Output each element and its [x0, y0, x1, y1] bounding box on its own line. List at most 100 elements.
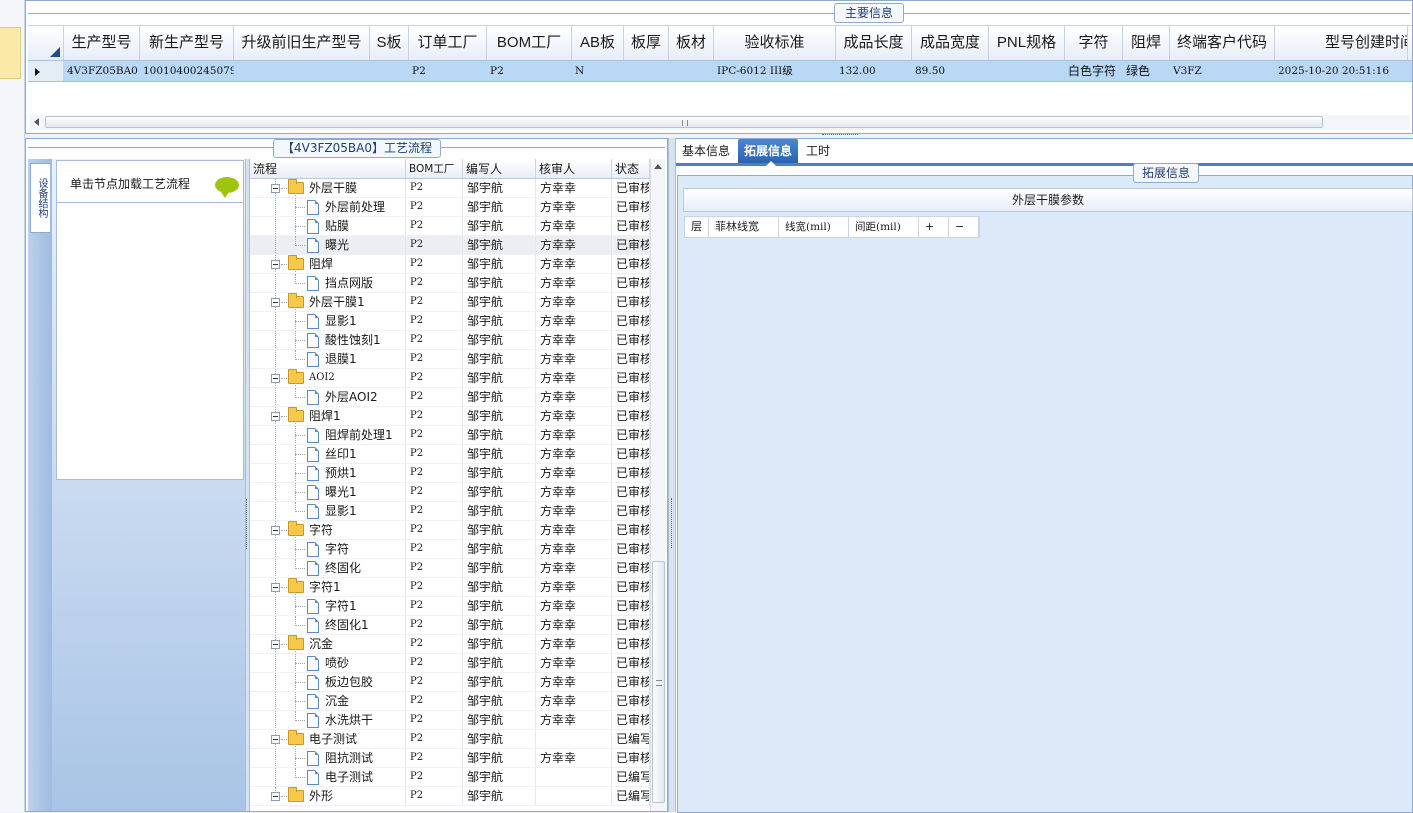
col-header-spacing-mil[interactable]: 间距(mil) [849, 217, 919, 237]
cell-s-board[interactable] [370, 61, 409, 81]
cell-solder-mask[interactable]: 绿色 [1123, 61, 1170, 81]
cell-bom-factory[interactable]: P2 [406, 369, 463, 387]
cell-bom-factory[interactable]: P2 [406, 407, 463, 425]
vertical-scroll-thumb[interactable] [652, 561, 665, 803]
cell-writer[interactable]: 邹宇航 [463, 749, 536, 767]
table-row[interactable]: 退膜1 P2 邹宇航 方幸幸 已审核 [250, 350, 650, 369]
col-header-character[interactable]: 字符 [1065, 26, 1123, 60]
cell-bom-factory[interactable]: P2 [406, 616, 463, 634]
cell-bom-factory[interactable]: P2 [406, 711, 463, 729]
cell-writer[interactable]: 邹宇航 [463, 369, 536, 387]
scroll-left-arrow-icon[interactable] [34, 118, 39, 126]
add-row-button[interactable]: + [919, 217, 949, 237]
cell-reviewer[interactable]: 方幸幸 [536, 331, 612, 349]
cell-status[interactable]: 已审核 [612, 692, 650, 710]
cell-status[interactable]: 已审核 [612, 388, 650, 406]
collapse-toggle-icon[interactable] [271, 640, 280, 649]
cell-bom-factory[interactable]: P2 [406, 312, 463, 330]
cell-created-time[interactable]: 2025-10-20 20:51:16 [1275, 61, 1408, 81]
cell-writer[interactable]: 邹宇航 [463, 179, 536, 197]
process-node[interactable]: 显影1 [250, 502, 406, 520]
scroll-up-arrow-icon[interactable] [654, 164, 662, 169]
col-header-acceptance-standard[interactable]: 验收标准 [714, 26, 836, 60]
cell-writer[interactable]: 邹宇航 [463, 616, 536, 634]
cell-status[interactable]: 已审核 [612, 616, 650, 634]
collapse-toggle-icon[interactable] [271, 792, 280, 801]
process-node[interactable]: 预烘1 [250, 464, 406, 482]
cell-writer[interactable]: 邹宇航 [463, 445, 536, 463]
collapse-toggle-icon[interactable] [271, 735, 280, 744]
cell-status[interactable]: 已审核 [612, 559, 650, 577]
table-row[interactable]: 外层AOI2 P2 邹宇航 方幸幸 已审核 [250, 388, 650, 407]
cell-bom-factory[interactable]: P2 [406, 692, 463, 710]
cell-writer[interactable]: 邹宇航 [463, 388, 536, 406]
row-indicator[interactable] [28, 61, 64, 81]
process-node[interactable]: 终固化1 [250, 616, 406, 634]
col-header-s-board[interactable]: S板 [370, 26, 409, 60]
cell-bom-factory[interactable]: P2 [406, 198, 463, 216]
col-header-line-width-mil[interactable]: 线宽(mil) [779, 217, 849, 237]
cell-reviewer[interactable]: 方幸幸 [536, 255, 612, 273]
cell-pnl-spec[interactable] [989, 61, 1065, 81]
process-node[interactable]: 字符1 [250, 578, 406, 596]
table-row[interactable]: 电子测试 P2 邹宇航 已编写 [250, 730, 650, 749]
cell-status[interactable]: 已审核 [612, 426, 650, 444]
cell-writer[interactable]: 邹宇航 [463, 483, 536, 501]
horizontal-scroll-thumb[interactable] [45, 116, 1323, 128]
cell-bom-factory[interactable]: P2 [406, 654, 463, 672]
process-node[interactable]: 挡点网版 [250, 274, 406, 292]
cell-writer[interactable]: 邹宇航 [463, 559, 536, 577]
cell-writer[interactable]: 邹宇航 [463, 331, 536, 349]
cell-reviewer[interactable]: 方幸幸 [536, 198, 612, 216]
cell-status[interactable]: 已审核 [612, 464, 650, 482]
cell-reviewer[interactable]: 方幸幸 [536, 654, 612, 672]
parent-window-tab[interactable] [0, 27, 21, 79]
cell-writer[interactable]: 邹宇航 [463, 540, 536, 558]
process-node[interactable]: 贴膜 [250, 217, 406, 235]
cell-status[interactable]: 已审核 [612, 217, 650, 235]
cell-bom-factory[interactable]: P2 [406, 673, 463, 691]
process-node[interactable]: 丝印1 [250, 445, 406, 463]
table-row[interactable]: 预烘1 P2 邹宇航 方幸幸 已审核 [250, 464, 650, 483]
cell-writer[interactable]: 邹宇航 [463, 464, 536, 482]
table-row[interactable]: 外层干膜1 P2 邹宇航 方幸幸 已审核 [250, 293, 650, 312]
cell-writer[interactable]: 邹宇航 [463, 312, 536, 330]
process-node[interactable]: 沉金 [250, 635, 406, 653]
cell-character[interactable]: 白色字符 [1065, 61, 1123, 81]
cell-bom-factory[interactable]: P2 [406, 255, 463, 273]
cell-bom-factory[interactable]: P2 [406, 445, 463, 463]
cell-reviewer[interactable]: 方幸幸 [536, 369, 612, 387]
cell-bom-factory[interactable]: P2 [406, 502, 463, 520]
cell-writer[interactable]: 邹宇航 [463, 730, 536, 748]
table-row[interactable]: 丝印1 P2 邹宇航 方幸幸 已审核 [250, 445, 650, 464]
col-header-thickness[interactable]: 板厚 [624, 26, 669, 60]
cell-status[interactable]: 已审核 [612, 749, 650, 767]
cell-bom-factory[interactable]: P2 [406, 293, 463, 311]
cell-writer[interactable]: 邹宇航 [463, 768, 536, 786]
cell-status[interactable]: 已审核 [612, 198, 650, 216]
cell-writer[interactable]: 邹宇航 [463, 654, 536, 672]
node-hint-header[interactable]: 单击节点加载工艺流程 [57, 161, 243, 203]
table-row[interactable]: AOI2 P2 邹宇航 方幸幸 已审核 [250, 369, 650, 388]
process-node[interactable]: 喷砂 [250, 654, 406, 672]
process-node[interactable]: 电子测试 [250, 768, 406, 786]
cell-status[interactable]: 已审核 [612, 597, 650, 615]
table-row[interactable]: 阻焊前处理1 P2 邹宇航 方幸幸 已审核 [250, 426, 650, 445]
process-node[interactable]: 字符1 [250, 597, 406, 615]
cell-bom-factory[interactable]: P2 [406, 236, 463, 254]
process-node[interactable]: 外层AOI2 [250, 388, 406, 406]
process-node[interactable]: AOI2 [250, 369, 406, 387]
cell-production-model[interactable]: 4V3FZ05BA0 [64, 61, 140, 81]
table-row[interactable]: 曝光1 P2 邹宇航 方幸幸 已审核 [250, 483, 650, 502]
cell-reviewer[interactable] [536, 730, 612, 748]
vertical-splitter[interactable] [668, 138, 676, 812]
table-row[interactable]: 阻抗测试 P2 邹宇航 方幸幸 已审核 [250, 749, 650, 768]
col-header-length[interactable]: 成品长度 [836, 26, 912, 60]
cell-bom-factory[interactable]: P2 [406, 331, 463, 349]
cell-reviewer[interactable]: 方幸幸 [536, 711, 612, 729]
cell-thickness[interactable] [624, 61, 669, 81]
col-header-bom-factory[interactable]: BOM工厂 [406, 159, 463, 178]
cell-reviewer[interactable]: 方幸幸 [536, 673, 612, 691]
table-row[interactable]: 字符 P2 邹宇航 方幸幸 已审核 [250, 540, 650, 559]
cell-bom-factory[interactable]: P2 [406, 274, 463, 292]
